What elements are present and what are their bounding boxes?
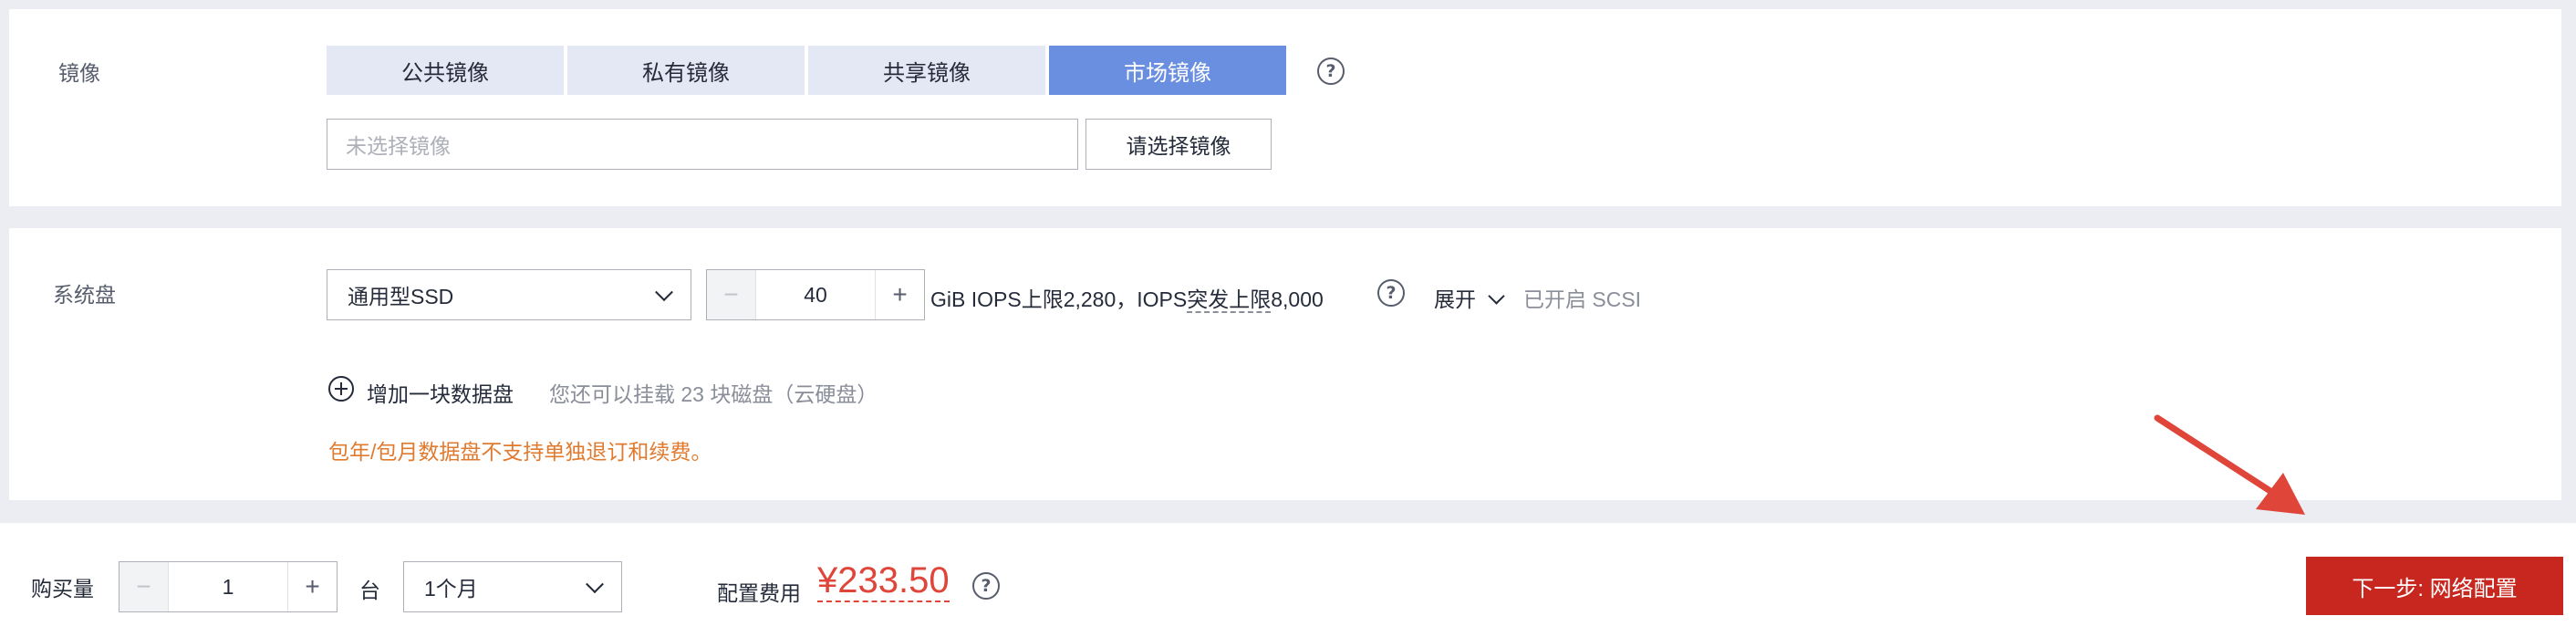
chevron-down-icon	[586, 575, 604, 594]
select-image-button[interactable]: 请选择镜像	[1085, 119, 1272, 170]
add-data-disk-label: 增加一块数据盘	[367, 382, 514, 406]
duration-value: 1个月	[424, 577, 478, 600]
tab-market-image[interactable]: 市场镜像	[1049, 46, 1286, 95]
system-disk-label: 系统盘	[53, 283, 116, 307]
chevron-down-icon	[655, 283, 673, 302]
chevron-down-icon	[1488, 287, 1506, 305]
annotation-arrow-icon	[2154, 414, 2305, 515]
quantity-plus-button[interactable]: +	[287, 562, 337, 611]
price-help-icon[interactable]: ?	[972, 572, 1000, 600]
next-network-config-button[interactable]: 下一步: 网络配置	[2306, 557, 2563, 615]
tab-shared-image[interactable]: 共享镜像	[808, 46, 1045, 95]
add-circle-icon	[328, 376, 354, 402]
iops-info-suffix: 8,000	[1271, 287, 1324, 311]
disk-help-icon[interactable]: ?	[1377, 279, 1405, 307]
quantity-label: 购买量	[31, 577, 94, 600]
image-section: 镜像 公共镜像 私有镜像 共享镜像 市场镜像 ? 未选择镜像 请选择镜像	[9, 9, 2561, 206]
purchase-footer: 购买量 − 1 + 台 1个月 配置费用 ¥233.50 ? 下一步: 网络配置	[0, 523, 2576, 637]
config-price[interactable]: ¥233.50	[817, 560, 950, 602]
disk-type-value: 通用型SSD	[348, 285, 454, 308]
image-label: 镜像	[58, 61, 100, 85]
fee-label: 配置费用	[717, 581, 801, 605]
disk-iops-info: GiB IOPS上限2,280，IOPS突发上限8,000	[930, 282, 1324, 313]
disk-size-plus-button[interactable]: +	[875, 270, 924, 319]
disk-type-select[interactable]: 通用型SSD	[327, 269, 691, 320]
image-input[interactable]: 未选择镜像	[327, 119, 1078, 170]
iops-info-prefix: GiB IOPS上限2,280，IOPS	[930, 287, 1188, 311]
quantity-minus-button[interactable]: −	[119, 562, 169, 611]
disk-size-value[interactable]: 40	[756, 270, 875, 319]
disk-size-stepper[interactable]: − 40 +	[706, 269, 925, 320]
quantity-stepper[interactable]: − 1 +	[119, 561, 338, 612]
tab-private-image[interactable]: 私有镜像	[567, 46, 805, 95]
quantity-value[interactable]: 1	[169, 562, 287, 611]
image-help-icon[interactable]: ?	[1317, 57, 1345, 85]
duration-select[interactable]: 1个月	[403, 561, 622, 612]
add-disk-hint: 您还可以挂载 23 块磁盘（云硬盘）	[549, 382, 878, 406]
tab-public-image[interactable]: 公共镜像	[327, 46, 564, 95]
iops-burst-term[interactable]: 突发上限	[1187, 287, 1272, 313]
scsi-status: 已开启 SCSI	[1523, 287, 1642, 311]
add-data-disk-button[interactable]: 增加一块数据盘	[328, 372, 538, 406]
quantity-unit: 台	[359, 579, 380, 602]
disk-size-minus-button[interactable]: −	[707, 270, 756, 319]
image-type-tabs: 公共镜像 私有镜像 共享镜像 市场镜像	[327, 46, 1286, 95]
billing-warning: 包年/包月数据盘不支持单独退订和续费。	[328, 440, 712, 464]
expand-label: 展开	[1434, 287, 1476, 311]
expand-toggle[interactable]: 展开	[1434, 282, 1506, 313]
